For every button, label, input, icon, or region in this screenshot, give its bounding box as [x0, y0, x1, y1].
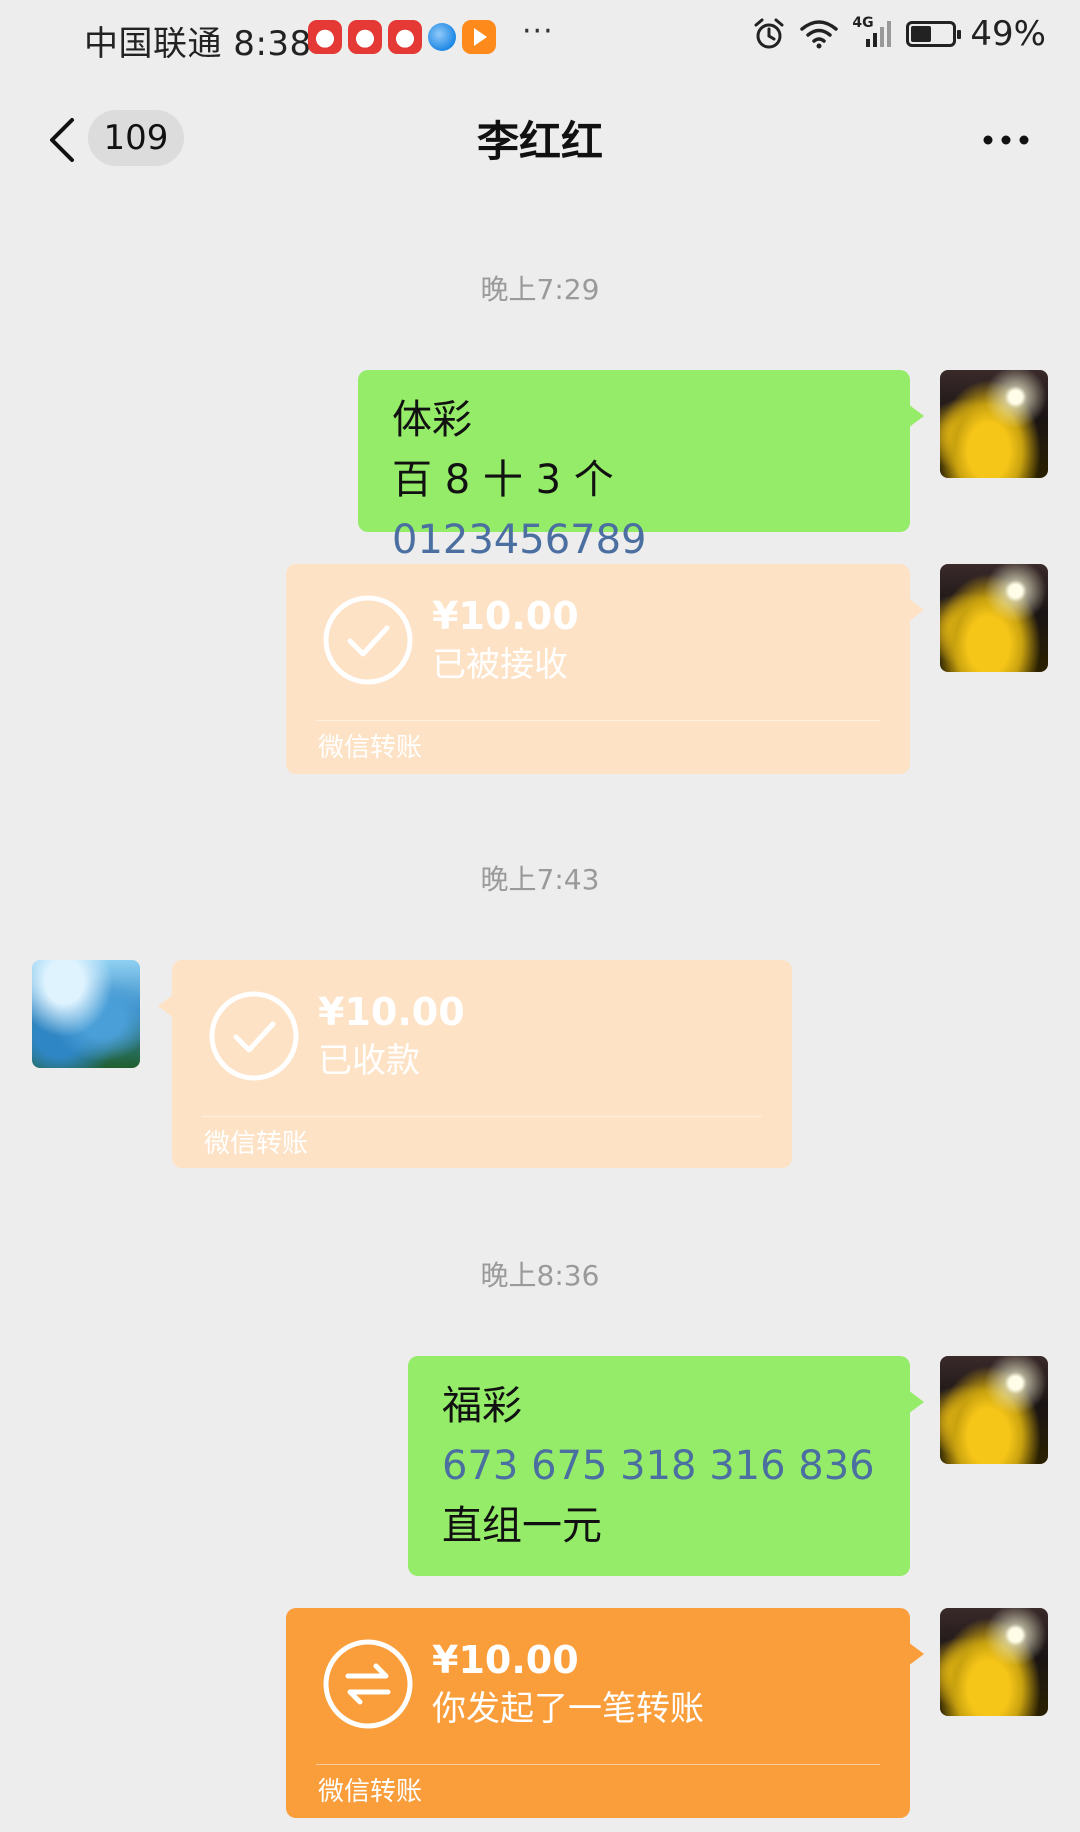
wifi-icon	[800, 20, 839, 49]
my-avatar[interactable]	[940, 370, 1048, 478]
timestamp: 晚上8:36	[480, 1259, 600, 1292]
chat-title: 李红红	[476, 117, 603, 166]
clown-app-icon	[388, 20, 422, 54]
timestamp: 晚上7:29	[480, 273, 600, 306]
message-line: 直组一元	[442, 1503, 602, 1549]
checkmark-circle-icon	[323, 595, 413, 685]
status-overflow-icon: ···	[522, 14, 554, 49]
video-app-icon	[462, 20, 496, 54]
browser-globe-icon	[428, 23, 456, 51]
clown-app-icon	[348, 20, 382, 54]
phone-number-link[interactable]: 0123456789	[392, 517, 647, 563]
transfer-amount: ¥10.00	[432, 594, 579, 638]
back-chevron-icon[interactable]	[44, 116, 84, 164]
clown-app-icon	[308, 20, 342, 54]
my-avatar[interactable]	[940, 1608, 1048, 1716]
my-avatar[interactable]	[940, 1356, 1048, 1464]
transfer-footer: 微信转账	[318, 733, 423, 763]
notification-icons	[308, 20, 496, 54]
transfer-footer: 微信转账	[318, 1777, 423, 1807]
more-options-icon[interactable]	[978, 120, 1034, 160]
sent-text-message[interactable]: 体彩 百 8 十 3 个 0123456789	[358, 370, 924, 563]
transfer-footer: 微信转账	[204, 1129, 309, 1159]
message-line: 百 8 十 3 个 0123456789	[392, 450, 880, 570]
transfer-status: 你发起了一笔转账	[432, 1689, 704, 1729]
transfer-card-received[interactable]: ¥10.00 已被接收 微信转账	[286, 564, 924, 774]
message-line: 体彩	[392, 397, 472, 443]
status-indicators: 4G 49%	[752, 14, 1046, 54]
transfer-status: 已被接收	[432, 645, 568, 685]
transfer-divider	[316, 1764, 880, 1765]
message-text: 百 8 十 3 个	[392, 457, 614, 503]
battery-percent: 49%	[970, 14, 1046, 54]
signal-icon: 4G	[852, 15, 892, 49]
unread-count-badge[interactable]: 109	[88, 110, 184, 166]
contact-avatar[interactable]	[32, 960, 140, 1068]
phone-number-link[interactable]: 673 675 318 316 836	[442, 1436, 880, 1496]
nav-bar: 109 李红红	[0, 96, 1080, 184]
my-avatar[interactable]	[940, 564, 1048, 672]
sent-text-message[interactable]: 福彩 673 675 318 316 836 直组一元	[408, 1356, 924, 1576]
chat-screen: 中国联通 8:38 ··· 4G 49% 109 李红红 晚上7:29 体彩 百…	[0, 0, 1080, 1832]
transfer-amount: ¥10.00	[318, 990, 465, 1034]
alarm-icon	[754, 18, 784, 49]
transfer-card-pending[interactable]: ¥10.00 你发起了一笔转账 微信转账	[286, 1608, 924, 1818]
battery-icon	[906, 21, 962, 47]
transfer-status: 已收款	[318, 1041, 420, 1081]
timestamp: 晚上7:43	[480, 863, 600, 896]
checkmark-circle-icon	[209, 991, 299, 1081]
transfer-divider	[202, 1116, 762, 1117]
transfer-arrows-icon	[323, 1639, 413, 1729]
transfer-amount: ¥10.00	[432, 1638, 579, 1682]
transfer-divider	[316, 720, 880, 721]
transfer-card-collected[interactable]: ¥10.00 已收款 微信转账	[158, 960, 792, 1168]
status-bar: 中国联通 8:38 ··· 4G 49%	[0, 0, 1080, 76]
message-line: 福彩	[442, 1383, 522, 1429]
carrier-time: 中国联通 8:38	[84, 24, 312, 64]
